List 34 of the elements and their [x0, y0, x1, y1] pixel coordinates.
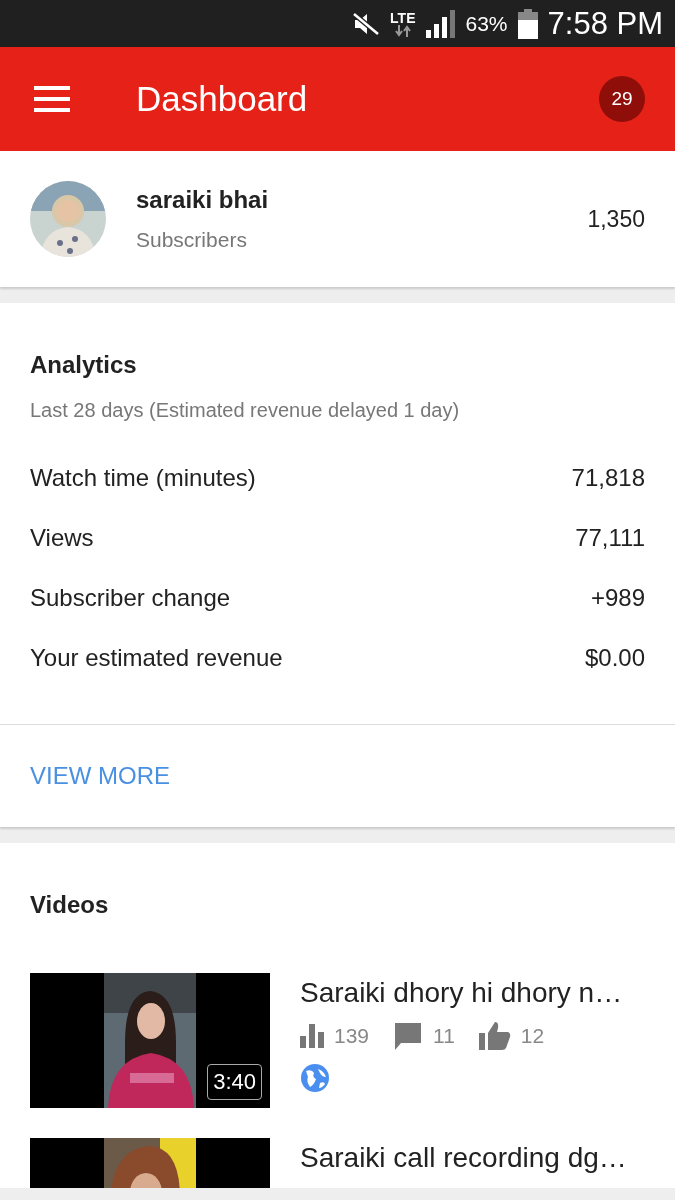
battery-icon	[517, 8, 538, 39]
menu-button[interactable]	[34, 86, 70, 112]
section-title: Analytics	[30, 351, 138, 379]
thumbs-up-icon	[478, 1022, 511, 1050]
video-title[interactable]: Saraiki dhory hi dhory n…	[300, 977, 623, 1009]
metric-value: +989	[590, 584, 645, 612]
battery-level: 63%	[465, 11, 508, 36]
metric-value: 71,818	[571, 464, 645, 492]
video-title[interactable]: Saraiki call recording dg…	[300, 1142, 627, 1174]
subscribers-label: Subscribers	[136, 228, 248, 252]
comment-count: 11	[433, 1024, 455, 1048]
metric-label: Watch time (minutes)	[30, 464, 256, 492]
subscriber-count: 1,350	[587, 205, 645, 233]
comment-icon	[393, 1021, 424, 1051]
notification-badge[interactable]: 29	[599, 76, 645, 122]
section-title: Videos	[30, 891, 110, 919]
app-title: Dashboard	[136, 79, 309, 119]
network-label: LTE	[390, 10, 416, 25]
channel-name: saraiki bhai	[136, 186, 270, 214]
view-count: 139	[334, 1024, 370, 1048]
bar-chart-icon	[300, 1024, 324, 1048]
menu-icon	[34, 86, 70, 112]
period-note: Last 28 days (Estimated revenue delayed 1 day)	[30, 399, 461, 422]
clock: 7:58 PM	[547, 5, 663, 42]
metric-value: 77,111	[575, 524, 645, 552]
signal-icon	[425, 9, 456, 38]
like-count: 12	[520, 1024, 545, 1048]
metric-value: $0.00	[584, 644, 645, 672]
metric-label: Subscriber change	[30, 584, 231, 612]
data-arrows-icon	[394, 24, 411, 37]
mute-icon	[352, 11, 381, 36]
duration-label: 3:40	[207, 1064, 262, 1100]
metric-label: Your estimated revenue	[30, 644, 283, 672]
metric-label: Views	[30, 524, 94, 552]
